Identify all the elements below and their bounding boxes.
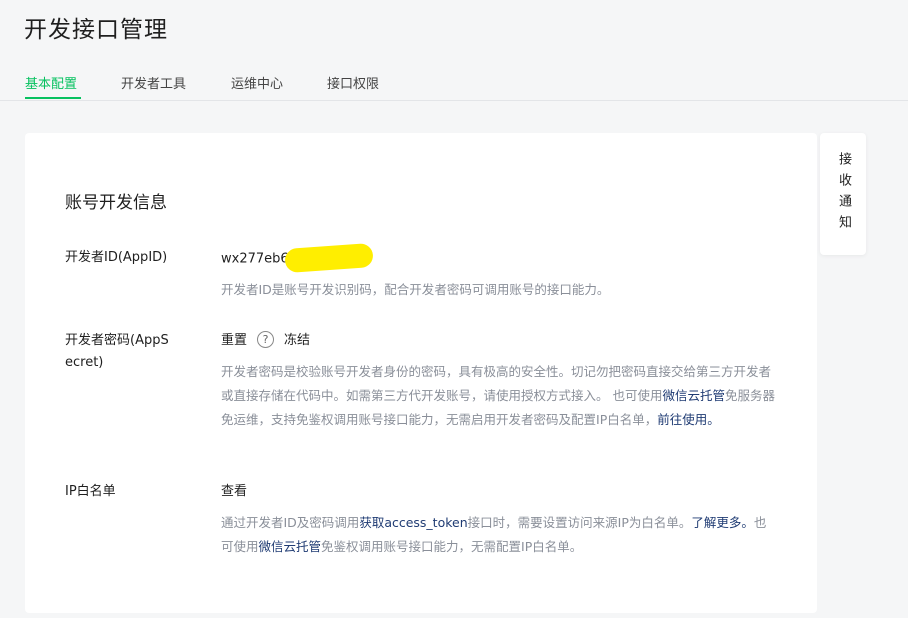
wechat-cloud-hosting-link-2[interactable]: 微信云托管 [259,539,322,554]
redaction-mark [283,242,374,274]
tab-ops-center[interactable]: 运维中心 [231,73,283,92]
tab-api-permissions[interactable]: 接口权限 [327,73,379,92]
section-title: 账号开发信息 [65,193,167,213]
freeze-secret-button[interactable]: 冻结 [284,333,310,348]
tab-developer-tools[interactable]: 开发者工具 [121,73,186,92]
appid-value: wx277eb6 [221,251,289,267]
appsecret-actions: 重置? 冻结 [221,330,318,352]
ip-whitelist-description: 通过开发者ID及密码调用获取access_token接口时，需要设置访问来源IP… [221,511,777,559]
get-access-token-link[interactable]: 获取access_token [359,515,467,530]
ip-whitelist-actions: 查看 [221,481,255,503]
ip-desc-text-4: 免鉴权调用账号接口能力，无需配置IP白名单。 [321,539,583,554]
receive-notification-label: 接收通知 [836,152,851,236]
ip-desc-text-1: 通过开发者ID及密码调用 [221,515,360,530]
view-whitelist-button[interactable]: 查看 [221,484,247,499]
appsecret-label: 开发者密码(AppSecret) [65,333,169,370]
learn-more-link[interactable]: 了解更多。 [691,515,754,530]
active-tab-indicator [25,97,81,99]
appid-value-row: wx277eb6 [221,242,374,274]
appid-description: 开发者ID是账号开发识别码，配合开发者密码可调用账号的接口能力。 [221,282,610,297]
page-title: 开发接口管理 [24,17,168,43]
receive-notification-button[interactable]: 接收通知 [820,133,866,255]
account-dev-info-card: 账号开发信息 开发者ID(AppID) wx277eb6 开发者ID是账号开发识… [25,133,817,613]
ip-whitelist-label: IP白名单 [65,484,116,499]
ip-desc-text-2: 接口时，需要设置访问来源IP为白名单。 [467,515,692,530]
help-icon[interactable]: ? [257,331,275,348]
appsecret-description: 开发者密码是校验账号开发者身份的密码，具有极高的安全性。切记勿把密码直接交给第三… [221,360,777,432]
wechat-cloud-hosting-link[interactable]: 微信云托管 [662,388,725,403]
go-use-link[interactable]: 前往使用。 [657,412,720,427]
tab-bar: 基本配置 开发者工具 运维中心 接口权限 [0,62,908,101]
appid-label: 开发者ID(AppID) [65,250,168,265]
reset-secret-button[interactable]: 重置 [221,333,247,348]
tab-basic-config[interactable]: 基本配置 [25,73,77,92]
